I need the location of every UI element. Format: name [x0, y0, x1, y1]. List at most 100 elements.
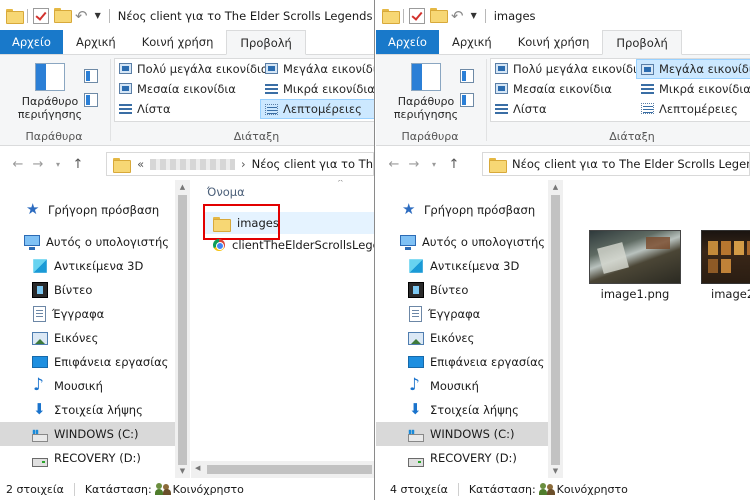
nav-pane-scrollbar[interactable]: ▲ ▼ — [175, 180, 190, 478]
nav-item-videos[interactable]: Βίντεο — [376, 278, 548, 302]
scrollbar-thumb[interactable] — [207, 465, 372, 474]
file-label-image1[interactable]: image1.png — [580, 287, 690, 301]
layout-details[interactable]: Λεπτομέρειες — [260, 99, 374, 119]
drive-icon — [408, 457, 424, 467]
downloads-icon — [32, 400, 48, 418]
nav-item-drive-c[interactable]: WINDOWS (C:) — [0, 422, 175, 446]
recent-chevron-icon[interactable]: ▾ — [48, 160, 68, 169]
tab-home[interactable]: Αρχική — [439, 30, 505, 54]
nav-item-drive-c[interactable]: WINDOWS (C:) — [376, 422, 548, 446]
undo-icon[interactable]: ↶ — [451, 7, 464, 25]
preview-pane-icon[interactable] — [460, 69, 474, 83]
scroll-up-arrow-icon[interactable]: ▲ — [548, 183, 563, 191]
file-row-client[interactable]: clientTheElderScrollsLegends — [205, 234, 374, 256]
nav-item-documents[interactable]: Έγγραφα — [376, 302, 548, 326]
address-bar[interactable]: « › Νέος client για το Th — [106, 152, 374, 176]
state-value: Κοινόχρηστο — [556, 482, 628, 496]
drive-icon — [32, 434, 48, 442]
downloads-icon — [408, 400, 424, 418]
nav-item-quick-access[interactable]: Γρήγορη πρόσβαση — [376, 198, 548, 222]
nav-item-quick-access[interactable]: Γρήγορη πρόσβαση — [0, 198, 175, 222]
check-icon[interactable] — [33, 7, 49, 24]
tab-view[interactable]: Προβολή — [602, 30, 682, 55]
folder-icon — [6, 9, 24, 24]
tab-file[interactable]: Αρχείο — [0, 30, 63, 54]
nav-item-this-pc[interactable]: Αυτός ο υπολογιστής — [0, 230, 175, 254]
extra-large-icons-icon — [495, 63, 508, 74]
3d-objects-icon — [33, 259, 47, 273]
scroll-down-arrow-icon[interactable]: ▼ — [548, 467, 563, 475]
layout-medium-icons[interactable]: Μεσαία εικονίδια — [491, 79, 637, 99]
layout-details[interactable]: Λεπτομέρειες — [637, 99, 750, 119]
up-arrow-icon[interactable]: ↑ — [68, 157, 88, 172]
preview-pane-icon[interactable] — [84, 69, 98, 83]
chevron-down-icon[interactable]: ▼ — [471, 11, 477, 20]
tab-home[interactable]: Αρχική — [63, 30, 129, 54]
back-arrow-icon[interactable]: ← — [8, 157, 28, 172]
thumbnail-image1[interactable] — [589, 230, 681, 284]
title-separator — [484, 8, 486, 23]
layout-list[interactable]: Λίστα — [491, 99, 637, 119]
layout-list[interactable]: Λίστα — [115, 99, 261, 119]
up-arrow-icon[interactable]: ↑ — [444, 157, 464, 172]
forward-arrow-icon[interactable]: → — [28, 157, 48, 172]
layout-small-icons[interactable]: Μικρά εικονίδια — [261, 79, 374, 99]
navigation-bar: ← → ▾ ↑ « Νέος client για το The Elder S… — [376, 149, 750, 179]
scroll-left-arrow-icon[interactable]: ◀ — [195, 464, 200, 472]
desktop-icon — [32, 356, 48, 368]
thumbnail-image2[interactable] — [701, 230, 750, 284]
nav-item-videos[interactable]: Βίντεο — [0, 278, 175, 302]
back-arrow-icon[interactable]: ← — [384, 157, 404, 172]
layout-extra-large-icons[interactable]: Πολύ μεγάλα εικονίδια — [491, 59, 645, 79]
explorer-window-left: ↶ ▼ Νέος client για το The Elder Scrolls… — [0, 0, 375, 500]
folder-icon — [54, 7, 72, 23]
details-pane-icon[interactable] — [84, 93, 98, 107]
nav-item-desktop[interactable]: Επιφάνεια εργασίας — [376, 350, 548, 374]
nav-item-3d-objects[interactable]: Αντικείμενα 3D — [376, 254, 548, 278]
tab-view[interactable]: Προβολή — [226, 30, 306, 55]
new-folder-button[interactable] — [54, 7, 72, 24]
nav-item-music[interactable]: Μουσική — [0, 374, 175, 398]
details-pane-icon[interactable] — [460, 93, 474, 107]
column-header-name[interactable]: Όνομα — [207, 185, 245, 201]
new-folder-button[interactable] — [430, 7, 448, 24]
file-label-image2[interactable]: image2 — [691, 287, 750, 301]
nav-item-pictures[interactable]: Εικόνες — [376, 326, 548, 350]
address-bar[interactable]: « Νέος client για το The Elder Scrolls L… — [482, 152, 750, 176]
nav-pane-scrollbar[interactable]: ▲ ▼ — [548, 180, 563, 478]
layout-large-icons[interactable]: Μεγάλα εικονίδια — [261, 59, 374, 79]
recent-chevron-icon[interactable]: ▾ — [424, 160, 444, 169]
check-icon[interactable] — [409, 7, 425, 24]
nav-item-downloads[interactable]: Στοιχεία λήψης — [0, 398, 175, 422]
nav-item-pictures[interactable]: Εικόνες — [0, 326, 175, 350]
tab-share[interactable]: Κοινή χρήση — [129, 30, 227, 54]
chevron-right-icon[interactable]: › — [241, 157, 246, 171]
list-icon — [495, 103, 508, 114]
layout-extra-large-icons[interactable]: Πολύ μεγάλα εικονίδια — [115, 59, 269, 79]
nav-item-desktop[interactable]: Επιφάνεια εργασίας — [0, 350, 175, 374]
file-list-hscrollbar[interactable]: ◀ — [191, 461, 374, 478]
nav-item-music[interactable]: Μουσική — [376, 374, 548, 398]
scrollbar-thumb[interactable] — [178, 195, 187, 465]
nav-item-3d-objects[interactable]: Αντικείμενα 3D — [0, 254, 175, 278]
nav-item-drive-d[interactable]: RECOVERY (D:) — [0, 446, 175, 470]
undo-icon[interactable]: ↶ — [75, 7, 88, 25]
nav-item-this-pc[interactable]: Αυτός ο υπολογιστής — [376, 230, 548, 254]
scroll-down-arrow-icon[interactable]: ▼ — [175, 467, 190, 475]
nav-item-documents[interactable]: Έγγραφα — [0, 302, 175, 326]
details-icon — [265, 104, 278, 115]
layout-gallery: Πολύ μεγάλα εικονίδια Μεγάλα εικονίδια Μ… — [490, 58, 750, 122]
nav-item-downloads[interactable]: Στοιχεία λήψης — [376, 398, 548, 422]
layout-large-icons[interactable]: Μεγάλα εικονίδια — [636, 59, 750, 79]
scroll-up-arrow-icon[interactable]: ▲ — [175, 183, 190, 191]
window-title: Νέος client για το The Elder Scrolls Leg… — [117, 8, 373, 23]
chevron-down-icon[interactable]: ▼ — [95, 11, 101, 20]
tab-share[interactable]: Κοινή χρήση — [505, 30, 603, 54]
scrollbar-thumb[interactable] — [551, 195, 560, 465]
tab-file[interactable]: Αρχείο — [376, 30, 439, 54]
forward-arrow-icon[interactable]: → — [404, 157, 424, 172]
nav-item-drive-d[interactable]: RECOVERY (D:) — [376, 446, 548, 470]
layout-medium-icons[interactable]: Μεσαία εικονίδια — [115, 79, 261, 99]
layout-small-icons[interactable]: Μικρά εικονίδια — [637, 79, 750, 99]
state-value: Κοινόχρηστο — [172, 482, 244, 496]
